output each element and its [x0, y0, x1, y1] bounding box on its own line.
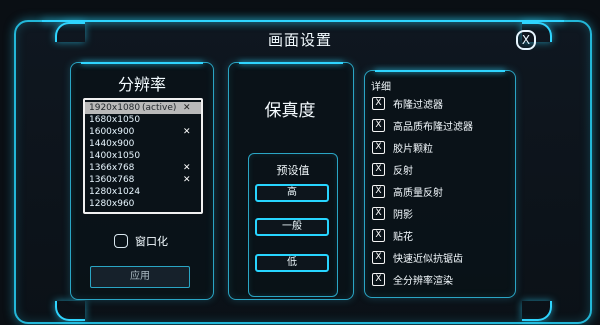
check-icon[interactable]: X	[372, 207, 385, 220]
details-title: 详细	[371, 82, 391, 93]
check-icon[interactable]: X	[372, 97, 385, 110]
resolution-item[interactable]: 1600x900 ✕	[85, 126, 201, 138]
check-icon[interactable]: X	[372, 163, 385, 176]
check-icon[interactable]: X	[372, 273, 385, 286]
resolution-list[interactable]: 1920x1080 (active) ✕ 1680x1050 1600x900 …	[83, 98, 203, 214]
close-button[interactable]: X	[516, 30, 536, 50]
remove-icon[interactable]: ✕	[183, 174, 191, 186]
resolution-item[interactable]: 1280x960	[85, 198, 201, 210]
windowed-checkbox[interactable]	[114, 234, 128, 248]
check-icon[interactable]: X	[372, 251, 385, 264]
quality-title: 保真度	[264, 101, 316, 121]
preset-medium-button[interactable]: 一般	[255, 218, 329, 236]
check-icon[interactable]: X	[372, 185, 385, 198]
check-icon[interactable]: X	[372, 119, 385, 132]
resolution-item[interactable]: 1400x1050	[85, 150, 201, 162]
resolution-item[interactable]: 1920x1080 (active) ✕	[85, 102, 201, 114]
corner-decoration	[55, 301, 85, 321]
remove-icon[interactable]: ✕	[183, 102, 191, 114]
dialog-title: 画面设置	[267, 31, 332, 49]
preset-box: 预设值 高 一般 低	[248, 153, 338, 297]
resolution-item[interactable]: 1680x1050	[85, 114, 201, 126]
resolution-title: 分辨率	[117, 75, 166, 94]
close-icon: X	[521, 33, 531, 47]
preset-low-button[interactable]: 低	[255, 254, 329, 272]
preset-title: 预设值	[276, 164, 310, 177]
apply-button[interactable]: 应用	[90, 266, 190, 288]
remove-icon[interactable]: ✕	[183, 126, 191, 138]
windowed-label: 窗口化	[135, 235, 168, 248]
resolution-item[interactable]: 1366x768 ✕	[85, 162, 201, 174]
check-icon[interactable]: X	[372, 141, 385, 154]
remove-icon[interactable]: ✕	[183, 162, 191, 174]
resolution-item[interactable]: 1280x1024	[85, 186, 201, 198]
resolution-panel: 分辨率 1920x1080 (active) ✕ 1680x1050 1600x…	[70, 62, 214, 300]
resolution-item[interactable]: 1360x768 ✕	[85, 174, 201, 186]
preset-high-button[interactable]: 高	[255, 184, 329, 202]
check-icon[interactable]: X	[372, 229, 385, 242]
resolution-item[interactable]: 1440x900	[85, 138, 201, 150]
